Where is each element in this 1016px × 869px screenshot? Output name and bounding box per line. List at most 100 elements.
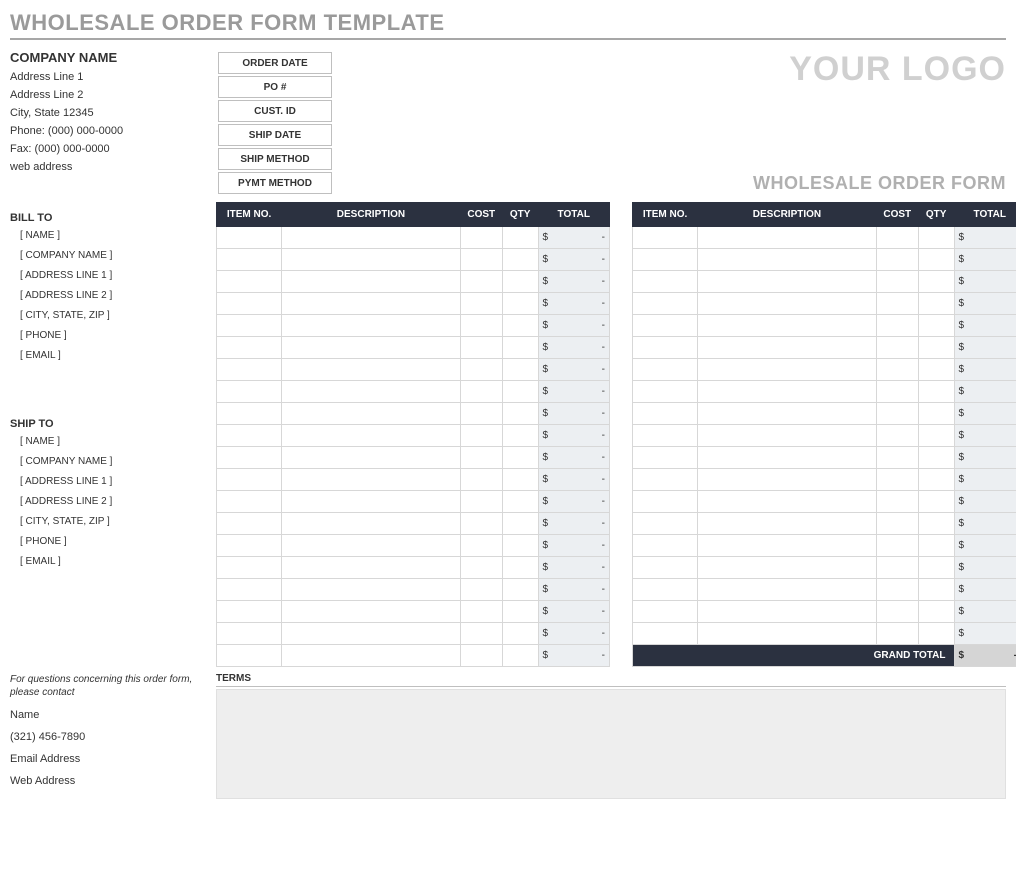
item-cell[interactable] xyxy=(918,403,954,425)
item-cell[interactable] xyxy=(698,601,877,623)
item-cell[interactable] xyxy=(282,271,461,293)
item-cell[interactable] xyxy=(633,381,698,403)
item-cell[interactable] xyxy=(460,425,502,447)
item-cell[interactable] xyxy=(502,337,538,359)
item-cell[interactable] xyxy=(217,403,282,425)
item-cell[interactable] xyxy=(918,293,954,315)
item-cell[interactable] xyxy=(876,469,918,491)
field-placeholder[interactable]: [ ADDRESS LINE 1 ] xyxy=(20,476,198,487)
field-placeholder[interactable]: [ CITY, STATE, ZIP ] xyxy=(20,516,198,527)
item-cell[interactable] xyxy=(460,249,502,271)
item-cell[interactable]: $- xyxy=(954,249,1016,271)
item-cell[interactable] xyxy=(502,293,538,315)
item-cell[interactable] xyxy=(217,447,282,469)
item-cell[interactable]: $- xyxy=(954,315,1016,337)
item-cell[interactable] xyxy=(502,535,538,557)
item-cell[interactable] xyxy=(918,381,954,403)
item-cell[interactable] xyxy=(698,447,877,469)
item-cell[interactable] xyxy=(502,359,538,381)
item-cell[interactable] xyxy=(633,557,698,579)
item-cell[interactable] xyxy=(502,513,538,535)
item-cell[interactable] xyxy=(282,469,461,491)
item-cell[interactable] xyxy=(460,469,502,491)
item-cell[interactable] xyxy=(502,601,538,623)
item-cell[interactable]: $- xyxy=(954,359,1016,381)
item-cell[interactable]: $- xyxy=(954,425,1016,447)
field-placeholder[interactable]: [ COMPANY NAME ] xyxy=(20,250,198,261)
item-cell[interactable]: $- xyxy=(538,535,609,557)
item-cell[interactable] xyxy=(918,337,954,359)
field-placeholder[interactable]: [ EMAIL ] xyxy=(20,556,198,567)
item-cell[interactable] xyxy=(876,381,918,403)
item-cell[interactable] xyxy=(460,293,502,315)
item-cell[interactable]: $- xyxy=(954,293,1016,315)
item-cell[interactable]: $- xyxy=(954,601,1016,623)
item-cell[interactable] xyxy=(217,623,282,645)
order-meta-cell[interactable]: CUST. ID xyxy=(218,100,332,122)
item-cell[interactable] xyxy=(876,579,918,601)
item-cell[interactable]: $- xyxy=(954,469,1016,491)
item-cell[interactable] xyxy=(698,469,877,491)
item-cell[interactable] xyxy=(698,359,877,381)
item-cell[interactable]: $- xyxy=(538,623,609,645)
item-cell[interactable] xyxy=(918,447,954,469)
item-cell[interactable] xyxy=(698,403,877,425)
item-cell[interactable] xyxy=(217,601,282,623)
item-cell[interactable] xyxy=(217,645,282,667)
item-cell[interactable]: $- xyxy=(954,557,1016,579)
item-cell[interactable] xyxy=(460,381,502,403)
item-cell[interactable] xyxy=(217,271,282,293)
item-cell[interactable] xyxy=(282,425,461,447)
item-cell[interactable] xyxy=(282,249,461,271)
item-cell[interactable] xyxy=(460,513,502,535)
item-cell[interactable] xyxy=(876,447,918,469)
item-cell[interactable] xyxy=(217,491,282,513)
item-cell[interactable] xyxy=(282,447,461,469)
item-cell[interactable] xyxy=(460,271,502,293)
item-cell[interactable] xyxy=(918,601,954,623)
item-cell[interactable] xyxy=(460,315,502,337)
item-cell[interactable] xyxy=(698,249,877,271)
item-cell[interactable] xyxy=(876,227,918,249)
item-cell[interactable] xyxy=(502,447,538,469)
item-cell[interactable] xyxy=(633,469,698,491)
item-cell[interactable] xyxy=(876,337,918,359)
item-cell[interactable] xyxy=(460,623,502,645)
item-cell[interactable]: $- xyxy=(538,491,609,513)
item-cell[interactable] xyxy=(502,403,538,425)
item-cell[interactable]: $- xyxy=(954,535,1016,557)
item-cell[interactable]: $- xyxy=(538,425,609,447)
item-cell[interactable]: $- xyxy=(538,249,609,271)
item-cell[interactable] xyxy=(876,557,918,579)
item-cell[interactable] xyxy=(502,645,538,667)
item-cell[interactable] xyxy=(876,293,918,315)
item-cell[interactable]: $- xyxy=(538,315,609,337)
item-cell[interactable] xyxy=(633,271,698,293)
item-cell[interactable] xyxy=(460,491,502,513)
item-cell[interactable] xyxy=(502,271,538,293)
item-cell[interactable] xyxy=(460,535,502,557)
item-cell[interactable] xyxy=(698,337,877,359)
order-meta-cell[interactable]: ORDER DATE xyxy=(218,52,332,74)
item-cell[interactable] xyxy=(633,249,698,271)
item-cell[interactable] xyxy=(217,227,282,249)
item-cell[interactable] xyxy=(876,359,918,381)
item-cell[interactable] xyxy=(633,337,698,359)
item-cell[interactable] xyxy=(918,557,954,579)
field-placeholder[interactable]: [ ADDRESS LINE 1 ] xyxy=(20,270,198,281)
item-cell[interactable] xyxy=(698,491,877,513)
item-cell[interactable]: $- xyxy=(538,227,609,249)
item-cell[interactable] xyxy=(876,315,918,337)
item-cell[interactable] xyxy=(460,579,502,601)
item-cell[interactable] xyxy=(918,513,954,535)
item-cell[interactable]: $- xyxy=(538,293,609,315)
item-cell[interactable]: $- xyxy=(954,271,1016,293)
item-cell[interactable] xyxy=(918,249,954,271)
item-cell[interactable]: $- xyxy=(954,227,1016,249)
item-cell[interactable]: $- xyxy=(954,491,1016,513)
item-cell[interactable] xyxy=(460,601,502,623)
field-placeholder[interactable]: [ EMAIL ] xyxy=(20,350,198,361)
item-cell[interactable]: $- xyxy=(538,359,609,381)
item-cell[interactable] xyxy=(698,579,877,601)
item-cell[interactable]: $- xyxy=(538,513,609,535)
